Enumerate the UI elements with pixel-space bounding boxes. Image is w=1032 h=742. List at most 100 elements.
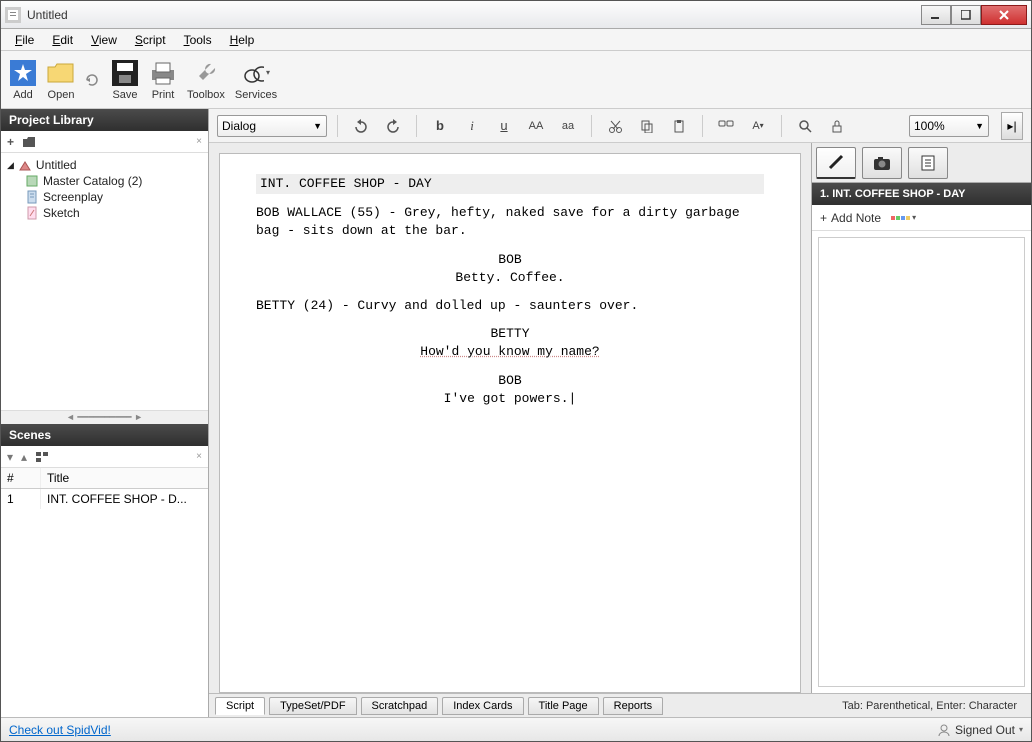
close-button[interactable] [981, 5, 1027, 25]
expand-panel-button[interactable]: ▸| [1001, 112, 1023, 140]
dialog-text[interactable]: Betty. Coffee. [356, 269, 664, 287]
tree-item-screenplay[interactable]: Screenplay [5, 189, 204, 205]
redo-icon [385, 119, 401, 133]
comment-button[interactable] [713, 115, 739, 137]
scenes-close-button[interactable]: × [196, 451, 202, 462]
tab-reports[interactable]: Reports [603, 697, 664, 715]
lowercase-button[interactable]: aa [555, 115, 581, 137]
note-color-picker[interactable]: ▾ [891, 213, 916, 222]
menu-help[interactable]: Help [222, 31, 263, 49]
col-title-header[interactable]: Title [41, 468, 208, 488]
tab-media[interactable] [862, 147, 902, 179]
services-button[interactable]: ▾ Services [235, 59, 277, 101]
action-text[interactable]: BETTY (24) - Curvy and dolled up - saunt… [256, 297, 764, 315]
tree-item-catalog[interactable]: Master Catalog (2) [5, 173, 204, 189]
scene-up-button[interactable]: ▴ [21, 450, 27, 464]
print-button[interactable]: Print [149, 59, 177, 101]
redo-button[interactable] [380, 115, 406, 137]
character-name[interactable]: BOB [376, 372, 644, 390]
folder-small-icon[interactable] [22, 135, 36, 149]
tree-item-sketch[interactable]: Sketch [5, 205, 204, 221]
tab-scratchpad[interactable]: Scratchpad [361, 697, 439, 715]
keyboard-hint: Tab: Parenthetical, Enter: Character [842, 700, 1025, 712]
tab-notes[interactable] [816, 147, 856, 179]
tab-index-cards[interactable]: Index Cards [442, 697, 523, 715]
element-style-combo[interactable]: Dialog ▼ [217, 115, 327, 137]
tab-typeset[interactable]: TypeSet/PDF [269, 697, 356, 715]
menu-script[interactable]: Script [127, 31, 174, 49]
add-item-button[interactable]: + [7, 135, 14, 149]
scene-view-icon[interactable] [35, 450, 49, 464]
menu-file[interactable]: File [7, 31, 42, 49]
uppercase-button[interactable]: AA [523, 115, 549, 137]
color-swatch-icon [891, 216, 910, 220]
tree-root[interactable]: ◢ Untitled [5, 157, 204, 173]
dialog-text[interactable]: How'd you know my name? [420, 344, 599, 359]
copy-button[interactable] [634, 115, 660, 137]
menubar: File Edit View Script Tools Help [1, 29, 1031, 51]
tab-title-page[interactable]: Title Page [528, 697, 599, 715]
remove-item-button[interactable]: × [196, 136, 202, 147]
separator [781, 115, 782, 137]
sketch-icon [25, 206, 39, 220]
screenplay-icon [25, 190, 39, 204]
save-button[interactable]: Save [111, 59, 139, 101]
font-button[interactable]: A▾ [745, 115, 771, 137]
character-name[interactable]: BETTY [376, 325, 644, 343]
scene-heading[interactable]: INT. COFFEE SHOP - DAY [256, 174, 764, 194]
minimize-button[interactable] [921, 5, 951, 25]
minimize-icon [931, 10, 941, 20]
character-name[interactable]: BOB [376, 251, 644, 269]
auth-status[interactable]: Signed Out ▾ [937, 723, 1023, 737]
paste-button[interactable] [666, 115, 692, 137]
promo-link[interactable]: Check out SpidVid! [9, 723, 111, 737]
maximize-button[interactable] [951, 5, 981, 25]
project-icon [18, 158, 32, 172]
menu-tools[interactable]: Tools [176, 31, 220, 49]
separator [416, 115, 417, 137]
scene-title: INT. COFFEE SHOP - D... [41, 489, 208, 509]
add-button[interactable]: Add [9, 59, 37, 101]
add-note-button[interactable]: + Add Note [820, 211, 881, 225]
col-num-header[interactable]: # [1, 468, 41, 488]
tab-script[interactable]: Script [215, 697, 265, 715]
menu-view[interactable]: View [83, 31, 125, 49]
scene-num: 1 [1, 489, 41, 509]
paper-scroll-area[interactable]: INT. COFFEE SHOP - DAY BOB WALLACE (55) … [209, 143, 811, 693]
project-tree[interactable]: ◢ Untitled Master Catalog (2) Screenplay… [1, 153, 208, 410]
add-label: Add [13, 89, 33, 101]
scissors-icon [608, 119, 622, 133]
comment-icon [718, 119, 734, 133]
screenplay-page[interactable]: INT. COFFEE SHOP - DAY BOB WALLACE (55) … [219, 153, 801, 693]
refresh-icon[interactable] [85, 73, 101, 87]
right-panel-tabs [812, 143, 1031, 183]
menu-edit[interactable]: Edit [44, 31, 81, 49]
open-button[interactable]: Open [47, 59, 75, 101]
scene-down-button[interactable]: ▾ [7, 450, 13, 464]
toolbox-button[interactable]: Toolbox [187, 59, 225, 101]
scenes-table: # Title 1 INT. COFFEE SHOP - D... [1, 468, 208, 717]
scenes-toolbar: ▾ ▴ × [1, 446, 208, 468]
undo-button[interactable] [348, 115, 374, 137]
services-label: Services [235, 89, 277, 101]
lock-button[interactable] [824, 115, 850, 137]
zoom-value: 100% [914, 119, 945, 133]
action-text[interactable]: BOB WALLACE (55) - Grey, hefty, naked sa… [256, 204, 764, 240]
notes-area[interactable] [818, 237, 1025, 687]
tab-breakdown[interactable] [908, 147, 948, 179]
dialog-text[interactable]: I've got powers. [356, 390, 664, 408]
collapse-icon[interactable]: ◢ [7, 160, 14, 171]
app-icon [5, 7, 21, 23]
window-controls [921, 5, 1027, 25]
print-label: Print [152, 89, 175, 101]
cut-button[interactable] [602, 115, 628, 137]
italic-button[interactable]: i [459, 115, 485, 137]
app-window: Untitled File Edit View Script Tools Hel… [0, 0, 1032, 742]
lock-icon [830, 119, 844, 133]
scene-row[interactable]: 1 INT. COFFEE SHOP - D... [1, 489, 208, 509]
tree-scrollbar[interactable]: ◄ ━━━━━━━━━━ ► [1, 410, 208, 424]
zoom-combo[interactable]: 100% ▼ [909, 115, 989, 137]
bold-button[interactable]: b [427, 115, 453, 137]
underline-button[interactable]: u [491, 115, 517, 137]
find-button[interactable] [792, 115, 818, 137]
